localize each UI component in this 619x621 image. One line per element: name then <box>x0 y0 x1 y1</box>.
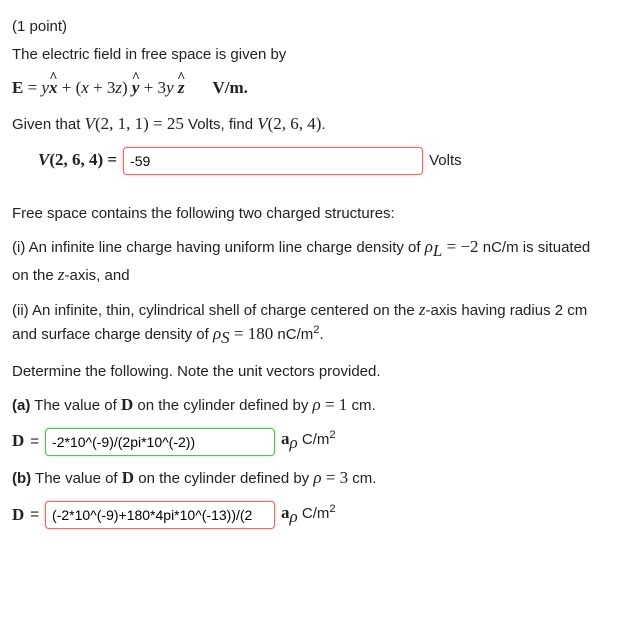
answer1-input[interactable] <box>123 147 423 175</box>
answer-b-unit: aρ C/m2 <box>281 501 336 530</box>
answer-b-row: D = aρ C/m2 <box>12 501 607 530</box>
answer-a-D: D <box>12 429 24 454</box>
intro-text: The electric field in free space is give… <box>12 44 607 66</box>
equation-field: E = yx + (x + 3z) y + 3y zV/m. <box>12 76 607 101</box>
answer1-unit: Volts <box>429 150 462 172</box>
determine-text: Determine the following. Note the unit v… <box>12 361 607 383</box>
answer-b-input[interactable] <box>45 501 275 529</box>
answer-b-eq: = <box>30 504 39 526</box>
part-a: (a) The value of D on the cylinder defin… <box>12 393 607 418</box>
answer-a-unit: aρ C/m2 <box>281 427 336 456</box>
section2-intro: Free space contains the following two ch… <box>12 203 607 225</box>
answer-a-eq: = <box>30 431 39 453</box>
given-text: Given that V(2, 1, 1) = 25 Volts, find V… <box>12 112 607 137</box>
answer1-lhs-V: V <box>38 150 49 169</box>
part-i: (i) An infinite line charge having unifo… <box>12 235 607 288</box>
answer1-lhs-args: (2, 6, 4) = <box>49 150 117 169</box>
answer-b-D: D <box>12 503 24 528</box>
answer-a-input[interactable] <box>45 428 275 456</box>
answer-a-row: D = aρ C/m2 <box>12 427 607 456</box>
part-ii: (ii) An infinite, thin, cylindrical shel… <box>12 298 607 351</box>
answer1-row: V(2, 6, 4) = Volts <box>38 147 607 175</box>
points-label: (1 point) <box>12 16 607 38</box>
part-b: (b) The value of D on the cylinder defin… <box>12 466 607 491</box>
